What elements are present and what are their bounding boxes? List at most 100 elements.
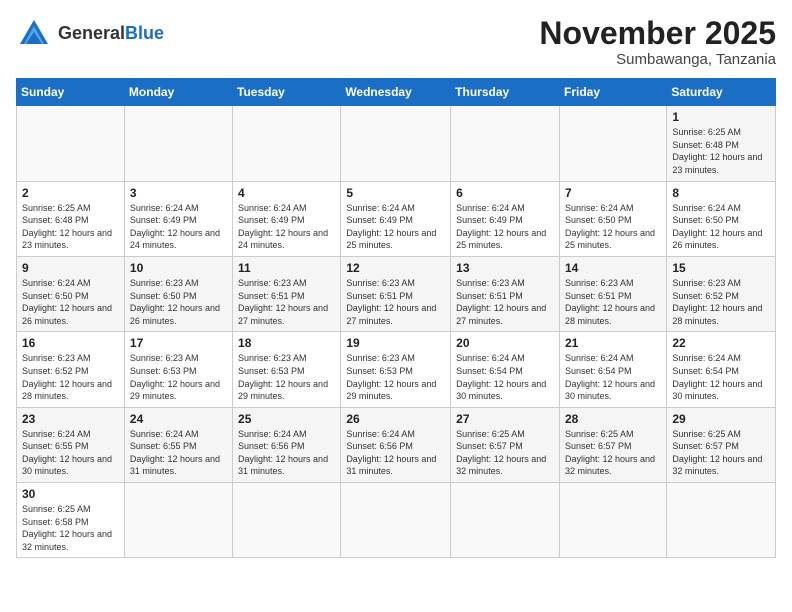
week-row-1: 2Sunrise: 6:25 AM Sunset: 6:48 PM Daylig… (17, 181, 776, 256)
cell-info: Sunrise: 6:24 AM Sunset: 6:50 PM Dayligh… (22, 277, 119, 327)
logo: GeneralBlue (16, 16, 164, 52)
cell-info: Sunrise: 6:24 AM Sunset: 6:56 PM Dayligh… (238, 428, 335, 478)
day-number: 12 (346, 261, 445, 275)
calendar-cell (341, 483, 451, 558)
calendar-cell: 5Sunrise: 6:24 AM Sunset: 6:49 PM Daylig… (341, 181, 451, 256)
day-header-row: SundayMondayTuesdayWednesdayThursdayFrid… (17, 79, 776, 106)
calendar-cell: 8Sunrise: 6:24 AM Sunset: 6:50 PM Daylig… (667, 181, 776, 256)
calendar: SundayMondayTuesdayWednesdayThursdayFrid… (16, 78, 776, 558)
day-number: 17 (130, 336, 227, 350)
calendar-cell: 30 Sunrise: 6:25 AM Sunset: 6:58 PM Dayli… (17, 483, 125, 558)
cell-info: Sunrise: 6:24 AM Sunset: 6:54 PM Dayligh… (672, 352, 770, 402)
day-header-wednesday: Wednesday (341, 79, 451, 106)
day-number: 3 (130, 186, 227, 200)
cell-info: Sunrise: 6:24 AM Sunset: 6:49 PM Dayligh… (346, 202, 445, 252)
cell-info: Sunrise: 6:25 AM Sunset: 6:48 PM Dayligh… (672, 126, 770, 176)
calendar-cell: 2Sunrise: 6:25 AM Sunset: 6:48 PM Daylig… (17, 181, 125, 256)
day-number: 6 (456, 186, 554, 200)
calendar-cell (124, 106, 232, 181)
day-header-sunday: Sunday (17, 79, 125, 106)
day-number: 25 (238, 412, 335, 426)
week-row-5: 30 Sunrise: 6:25 AM Sunset: 6:58 PM Dayli… (17, 483, 776, 558)
cell-info: Sunrise: 6:24 AM Sunset: 6:49 PM Dayligh… (456, 202, 554, 252)
day-header-thursday: Thursday (451, 79, 560, 106)
calendar-cell (667, 483, 776, 558)
calendar-cell: 1 Sunrise: 6:25 AM Sunset: 6:48 PM Daylig… (667, 106, 776, 181)
day-number: 20 (456, 336, 554, 350)
calendar-cell: 25 Sunrise: 6:24 AM Sunset: 6:56 PM Dayli… (233, 407, 341, 482)
day-number: 24 (130, 412, 227, 426)
calendar-cell: 26Sunrise: 6:24 AM Sunset: 6:56 PM Dayli… (341, 407, 451, 482)
calendar-cell: 15 Sunrise: 6:23 AM Sunset: 6:52 PM Dayli… (667, 256, 776, 331)
page-header: GeneralBlue November 2025 Sumbawanga, Ta… (16, 16, 776, 68)
calendar-cell: 24Sunrise: 6:24 AM Sunset: 6:55 PM Dayli… (124, 407, 232, 482)
day-number: 28 (565, 412, 661, 426)
day-number: 1 (672, 110, 770, 124)
cell-info: Sunrise: 6:24 AM Sunset: 6:54 PM Dayligh… (565, 352, 661, 402)
calendar-cell: 7 Sunrise: 6:24 AM Sunset: 6:50 PM Daylig… (559, 181, 666, 256)
calendar-cell: 20 Sunrise: 6:24 AM Sunset: 6:54 PM Dayli… (451, 332, 560, 407)
day-number: 23 (22, 412, 119, 426)
calendar-cell: 13 Sunrise: 6:23 AM Sunset: 6:51 PM Dayli… (451, 256, 560, 331)
calendar-cell: 9 Sunrise: 6:24 AM Sunset: 6:50 PM Daylig… (17, 256, 125, 331)
calendar-cell (124, 483, 232, 558)
week-row-0: 1 Sunrise: 6:25 AM Sunset: 6:48 PM Daylig… (17, 106, 776, 181)
location: Sumbawanga, Tanzania (539, 51, 776, 68)
calendar-cell (451, 483, 560, 558)
day-header-tuesday: Tuesday (233, 79, 341, 106)
day-number: 30 (22, 487, 119, 501)
day-header-saturday: Saturday (667, 79, 776, 106)
cell-info: Sunrise: 6:24 AM Sunset: 6:49 PM Dayligh… (238, 202, 335, 252)
day-number: 11 (238, 261, 335, 275)
calendar-cell: 29 Sunrise: 6:25 AM Sunset: 6:57 PM Dayli… (667, 407, 776, 482)
day-number: 9 (22, 261, 119, 275)
month-title: November 2025 (539, 16, 776, 51)
day-number: 26 (346, 412, 445, 426)
calendar-header: SundayMondayTuesdayWednesdayThursdayFrid… (17, 79, 776, 106)
logo-icon (16, 16, 52, 52)
cell-info: Sunrise: 6:23 AM Sunset: 6:53 PM Dayligh… (346, 352, 445, 402)
day-number: 7 (565, 186, 661, 200)
calendar-cell: 21 Sunrise: 6:24 AM Sunset: 6:54 PM Dayli… (559, 332, 666, 407)
calendar-cell: 6 Sunrise: 6:24 AM Sunset: 6:49 PM Daylig… (451, 181, 560, 256)
cell-info: Sunrise: 6:24 AM Sunset: 6:50 PM Dayligh… (565, 202, 661, 252)
calendar-cell (341, 106, 451, 181)
calendar-cell (233, 483, 341, 558)
calendar-cell: 3 Sunrise: 6:24 AM Sunset: 6:49 PM Daylig… (124, 181, 232, 256)
calendar-cell: 18Sunrise: 6:23 AM Sunset: 6:53 PM Dayli… (233, 332, 341, 407)
calendar-cell: 16 Sunrise: 6:23 AM Sunset: 6:52 PM Dayli… (17, 332, 125, 407)
day-number: 29 (672, 412, 770, 426)
cell-info: Sunrise: 6:23 AM Sunset: 6:53 PM Dayligh… (238, 352, 335, 402)
day-number: 13 (456, 261, 554, 275)
title-block: November 2025 Sumbawanga, Tanzania (539, 16, 776, 68)
cell-info: Sunrise: 6:23 AM Sunset: 6:52 PM Dayligh… (22, 352, 119, 402)
week-row-3: 16 Sunrise: 6:23 AM Sunset: 6:52 PM Dayli… (17, 332, 776, 407)
cell-info: Sunrise: 6:23 AM Sunset: 6:52 PM Dayligh… (672, 277, 770, 327)
day-number: 19 (346, 336, 445, 350)
day-number: 16 (22, 336, 119, 350)
calendar-cell: 12 Sunrise: 6:23 AM Sunset: 6:51 PM Dayli… (341, 256, 451, 331)
cell-info: Sunrise: 6:23 AM Sunset: 6:51 PM Dayligh… (456, 277, 554, 327)
day-number: 15 (672, 261, 770, 275)
calendar-cell: 17Sunrise: 6:23 AM Sunset: 6:53 PM Dayli… (124, 332, 232, 407)
calendar-cell: 27Sunrise: 6:25 AM Sunset: 6:57 PM Dayli… (451, 407, 560, 482)
cell-info: Sunrise: 6:24 AM Sunset: 6:50 PM Dayligh… (672, 202, 770, 252)
calendar-cell: 4Sunrise: 6:24 AM Sunset: 6:49 PM Daylig… (233, 181, 341, 256)
week-row-4: 23Sunrise: 6:24 AM Sunset: 6:55 PM Dayli… (17, 407, 776, 482)
cell-info: Sunrise: 6:24 AM Sunset: 6:49 PM Dayligh… (130, 202, 227, 252)
calendar-cell (451, 106, 560, 181)
cell-info: Sunrise: 6:25 AM Sunset: 6:57 PM Dayligh… (672, 428, 770, 478)
calendar-cell: 14Sunrise: 6:23 AM Sunset: 6:51 PM Dayli… (559, 256, 666, 331)
day-number: 14 (565, 261, 661, 275)
cell-info: Sunrise: 6:24 AM Sunset: 6:54 PM Dayligh… (456, 352, 554, 402)
calendar-body: 1 Sunrise: 6:25 AM Sunset: 6:48 PM Daylig… (17, 106, 776, 558)
day-header-monday: Monday (124, 79, 232, 106)
calendar-cell: 11Sunrise: 6:23 AM Sunset: 6:51 PM Dayli… (233, 256, 341, 331)
cell-info: Sunrise: 6:25 AM Sunset: 6:58 PM Dayligh… (22, 503, 119, 553)
calendar-cell (559, 106, 666, 181)
calendar-cell (17, 106, 125, 181)
day-number: 22 (672, 336, 770, 350)
day-number: 21 (565, 336, 661, 350)
cell-info: Sunrise: 6:25 AM Sunset: 6:48 PM Dayligh… (22, 202, 119, 252)
cell-info: Sunrise: 6:23 AM Sunset: 6:51 PM Dayligh… (346, 277, 445, 327)
